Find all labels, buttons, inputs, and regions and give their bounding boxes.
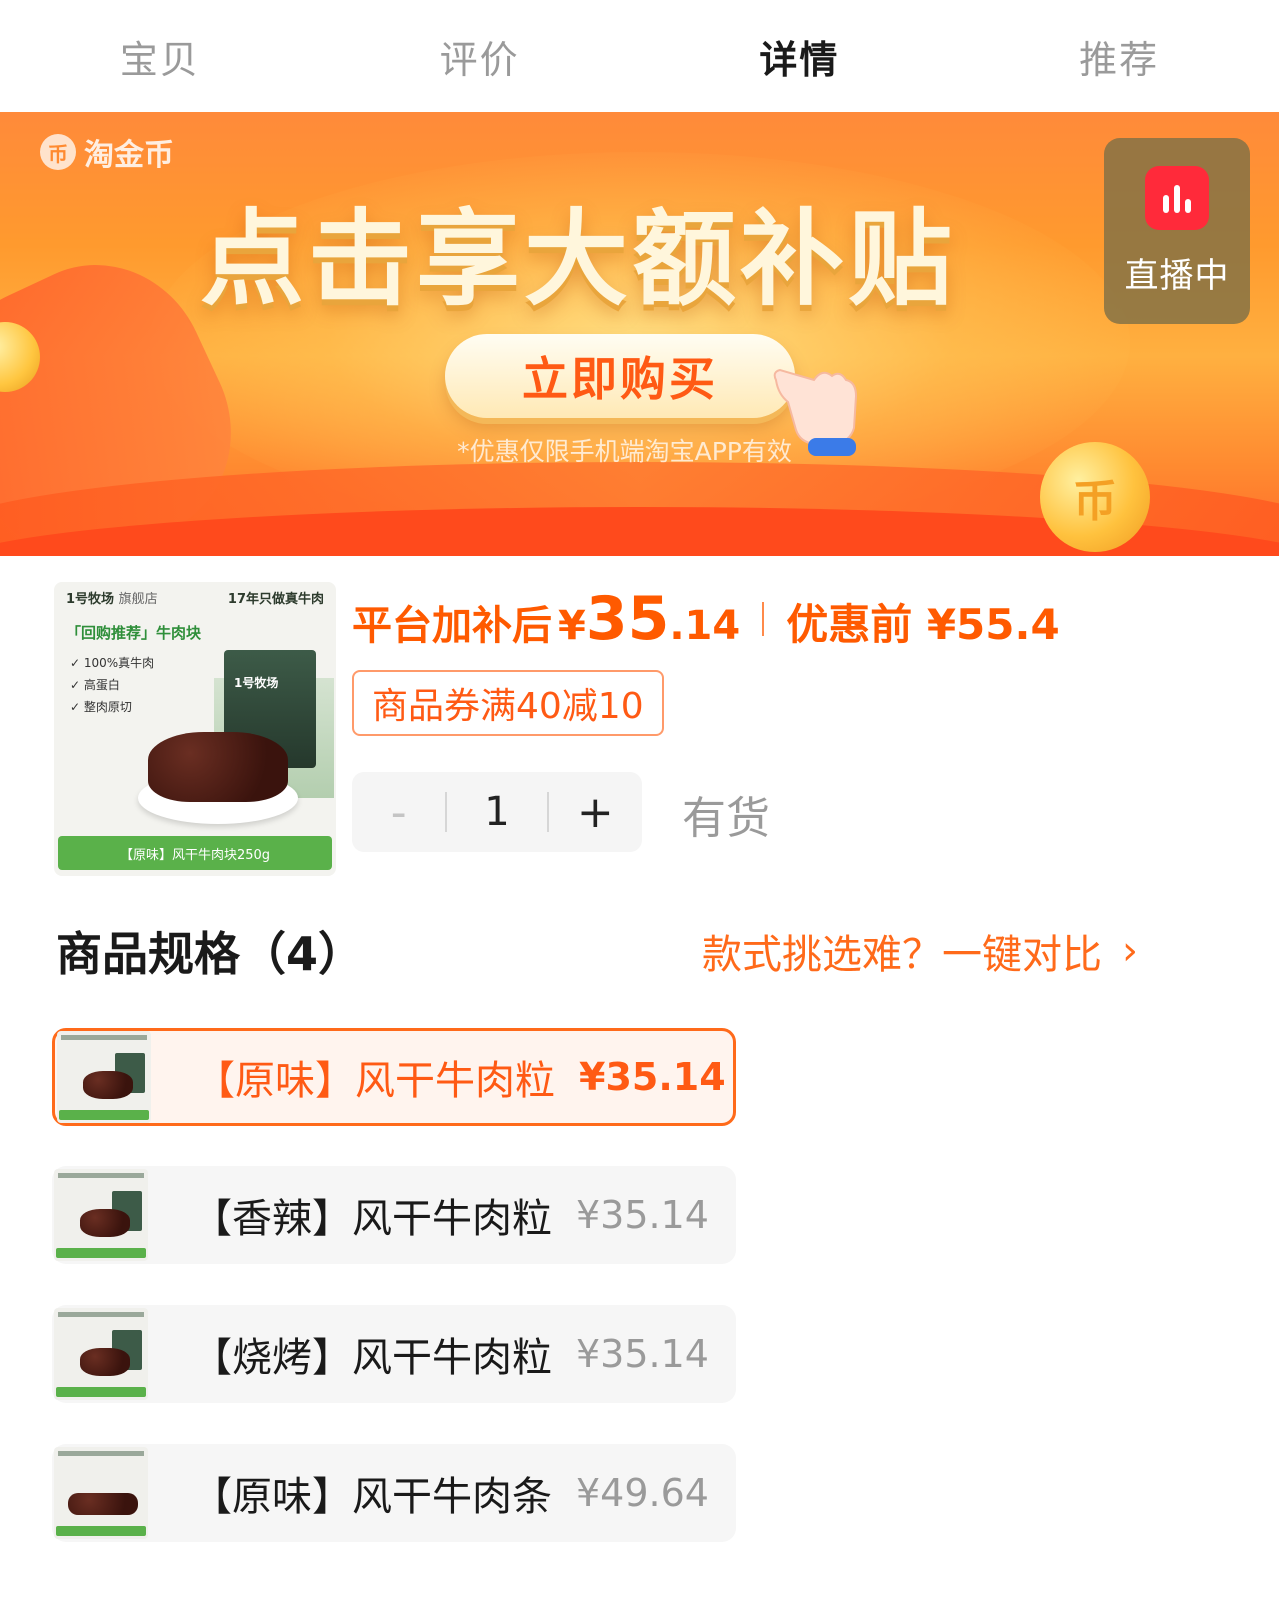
price-decimal: .14: [669, 603, 741, 649]
thumb-store-type: 旗舰店: [118, 591, 158, 607]
price-line: 平台加补后 ¥ 35 .14 优惠前 ¥55.4: [352, 584, 1060, 654]
thumb-features: ✓ 100%真牛肉 ✓ 高蛋白 ✓ 整肉原切: [70, 652, 154, 718]
spec-name: 【烧烤】风干牛肉粒: [192, 1335, 552, 1381]
subsidy-price-label: 平台加补后: [352, 603, 552, 649]
tab-reviews[interactable]: 评价: [320, 0, 640, 112]
live-label: 直播中: [1124, 255, 1230, 296]
spec-option[interactable]: 【原味】风干牛肉条 ¥49.64: [52, 1444, 736, 1542]
spec-option[interactable]: 【香辣】风干牛肉粒 ¥35.14: [52, 1166, 736, 1264]
live-bars-icon: [1145, 165, 1209, 230]
specs-title: 商品规格（4）: [56, 927, 365, 981]
price-divider: [762, 602, 765, 636]
tab-details[interactable]: 详情: [640, 0, 960, 112]
thumb-slogan: 17年只做真牛肉: [227, 591, 324, 607]
feature-item: ✓ 整肉原切: [70, 700, 132, 714]
taojinbi-brand: 币 淘金币: [40, 130, 174, 174]
tab-baobei[interactable]: 宝贝: [0, 0, 320, 112]
feature-item: ✓ 100%真牛肉: [70, 656, 155, 670]
chevron-right-icon: ›: [1122, 928, 1138, 974]
brand-label: 淘金币: [84, 138, 174, 173]
price-integer: 35: [585, 584, 670, 654]
spec-name: 【原味】风干牛肉粒: [195, 1058, 555, 1104]
original-price: 优惠前 ¥55.4: [786, 600, 1060, 649]
tab-recommend[interactable]: 推荐: [959, 0, 1279, 112]
banner-headline: 点击享大额补贴: [200, 198, 957, 320]
thumb-brand: 1号牧场: [66, 591, 115, 607]
banner-disclaimer: *优惠仅限手机端淘宝APP有效: [0, 432, 1279, 468]
quantity-stepper: - 1 +: [352, 772, 642, 852]
spec-thumbnail: [54, 1169, 148, 1261]
thumb-tag: 「回购推荐」牛肉块: [66, 624, 202, 642]
spec-thumbnail: [57, 1031, 151, 1123]
increase-button[interactable]: +: [549, 772, 642, 852]
coupon-badge[interactable]: 商品券满40减10: [352, 670, 664, 736]
quantity-value[interactable]: 1: [447, 789, 546, 835]
spec-option[interactable]: 【原味】风干牛肉粒 ¥35.14: [52, 1028, 736, 1126]
top-tab-bar: 宝贝 评价 详情 推荐: [0, 0, 1279, 112]
product-thumbnail[interactable]: 1号牧场 旗舰店 17年只做真牛肉 「回购推荐」牛肉块 ✓ 100%真牛肉 ✓ …: [54, 582, 336, 876]
live-badge[interactable]: 直播中: [1104, 138, 1250, 324]
thumb-header: 1号牧场 旗舰店 17年只做真牛肉: [54, 582, 336, 612]
spec-thumbnail: [54, 1447, 148, 1539]
currency-symbol: ¥: [558, 603, 586, 649]
spec-thumbnail: [54, 1308, 148, 1400]
spec-name: 【香辣】风干牛肉粒: [192, 1196, 552, 1242]
spec-option[interactable]: 【烧烤】风干牛肉粒 ¥35.14: [52, 1305, 736, 1403]
spec-price: ¥35.14: [576, 1193, 709, 1237]
thumb-footer: 【原味】风干牛肉块250g: [58, 836, 332, 870]
decrease-button[interactable]: -: [352, 772, 445, 852]
spec-price: ¥35.14: [579, 1055, 726, 1099]
feature-item: ✓ 高蛋白: [70, 678, 120, 692]
spec-name: 【原味】风干牛肉条: [192, 1474, 552, 1520]
beef-cubes-image: [148, 732, 288, 802]
disclaimer-text: *优惠仅限手机端淘宝APP有效: [457, 437, 792, 466]
stock-status: 有货: [682, 793, 770, 844]
compare-link[interactable]: 款式挑选难？一键对比 ›: [702, 922, 1138, 980]
taojinbi-coin-icon: 币: [40, 134, 76, 170]
buy-now-button[interactable]: 立即购买: [445, 334, 795, 418]
subsidy-banner[interactable]: 币 币 淘金币 点击享大额补贴 立即购买 *优惠仅限手机端淘宝APP有效: [0, 112, 1279, 556]
compare-label: 款式挑选难？一键对比: [702, 932, 1102, 978]
spec-price: ¥49.64: [576, 1471, 709, 1515]
spec-price: ¥35.14: [576, 1332, 709, 1376]
